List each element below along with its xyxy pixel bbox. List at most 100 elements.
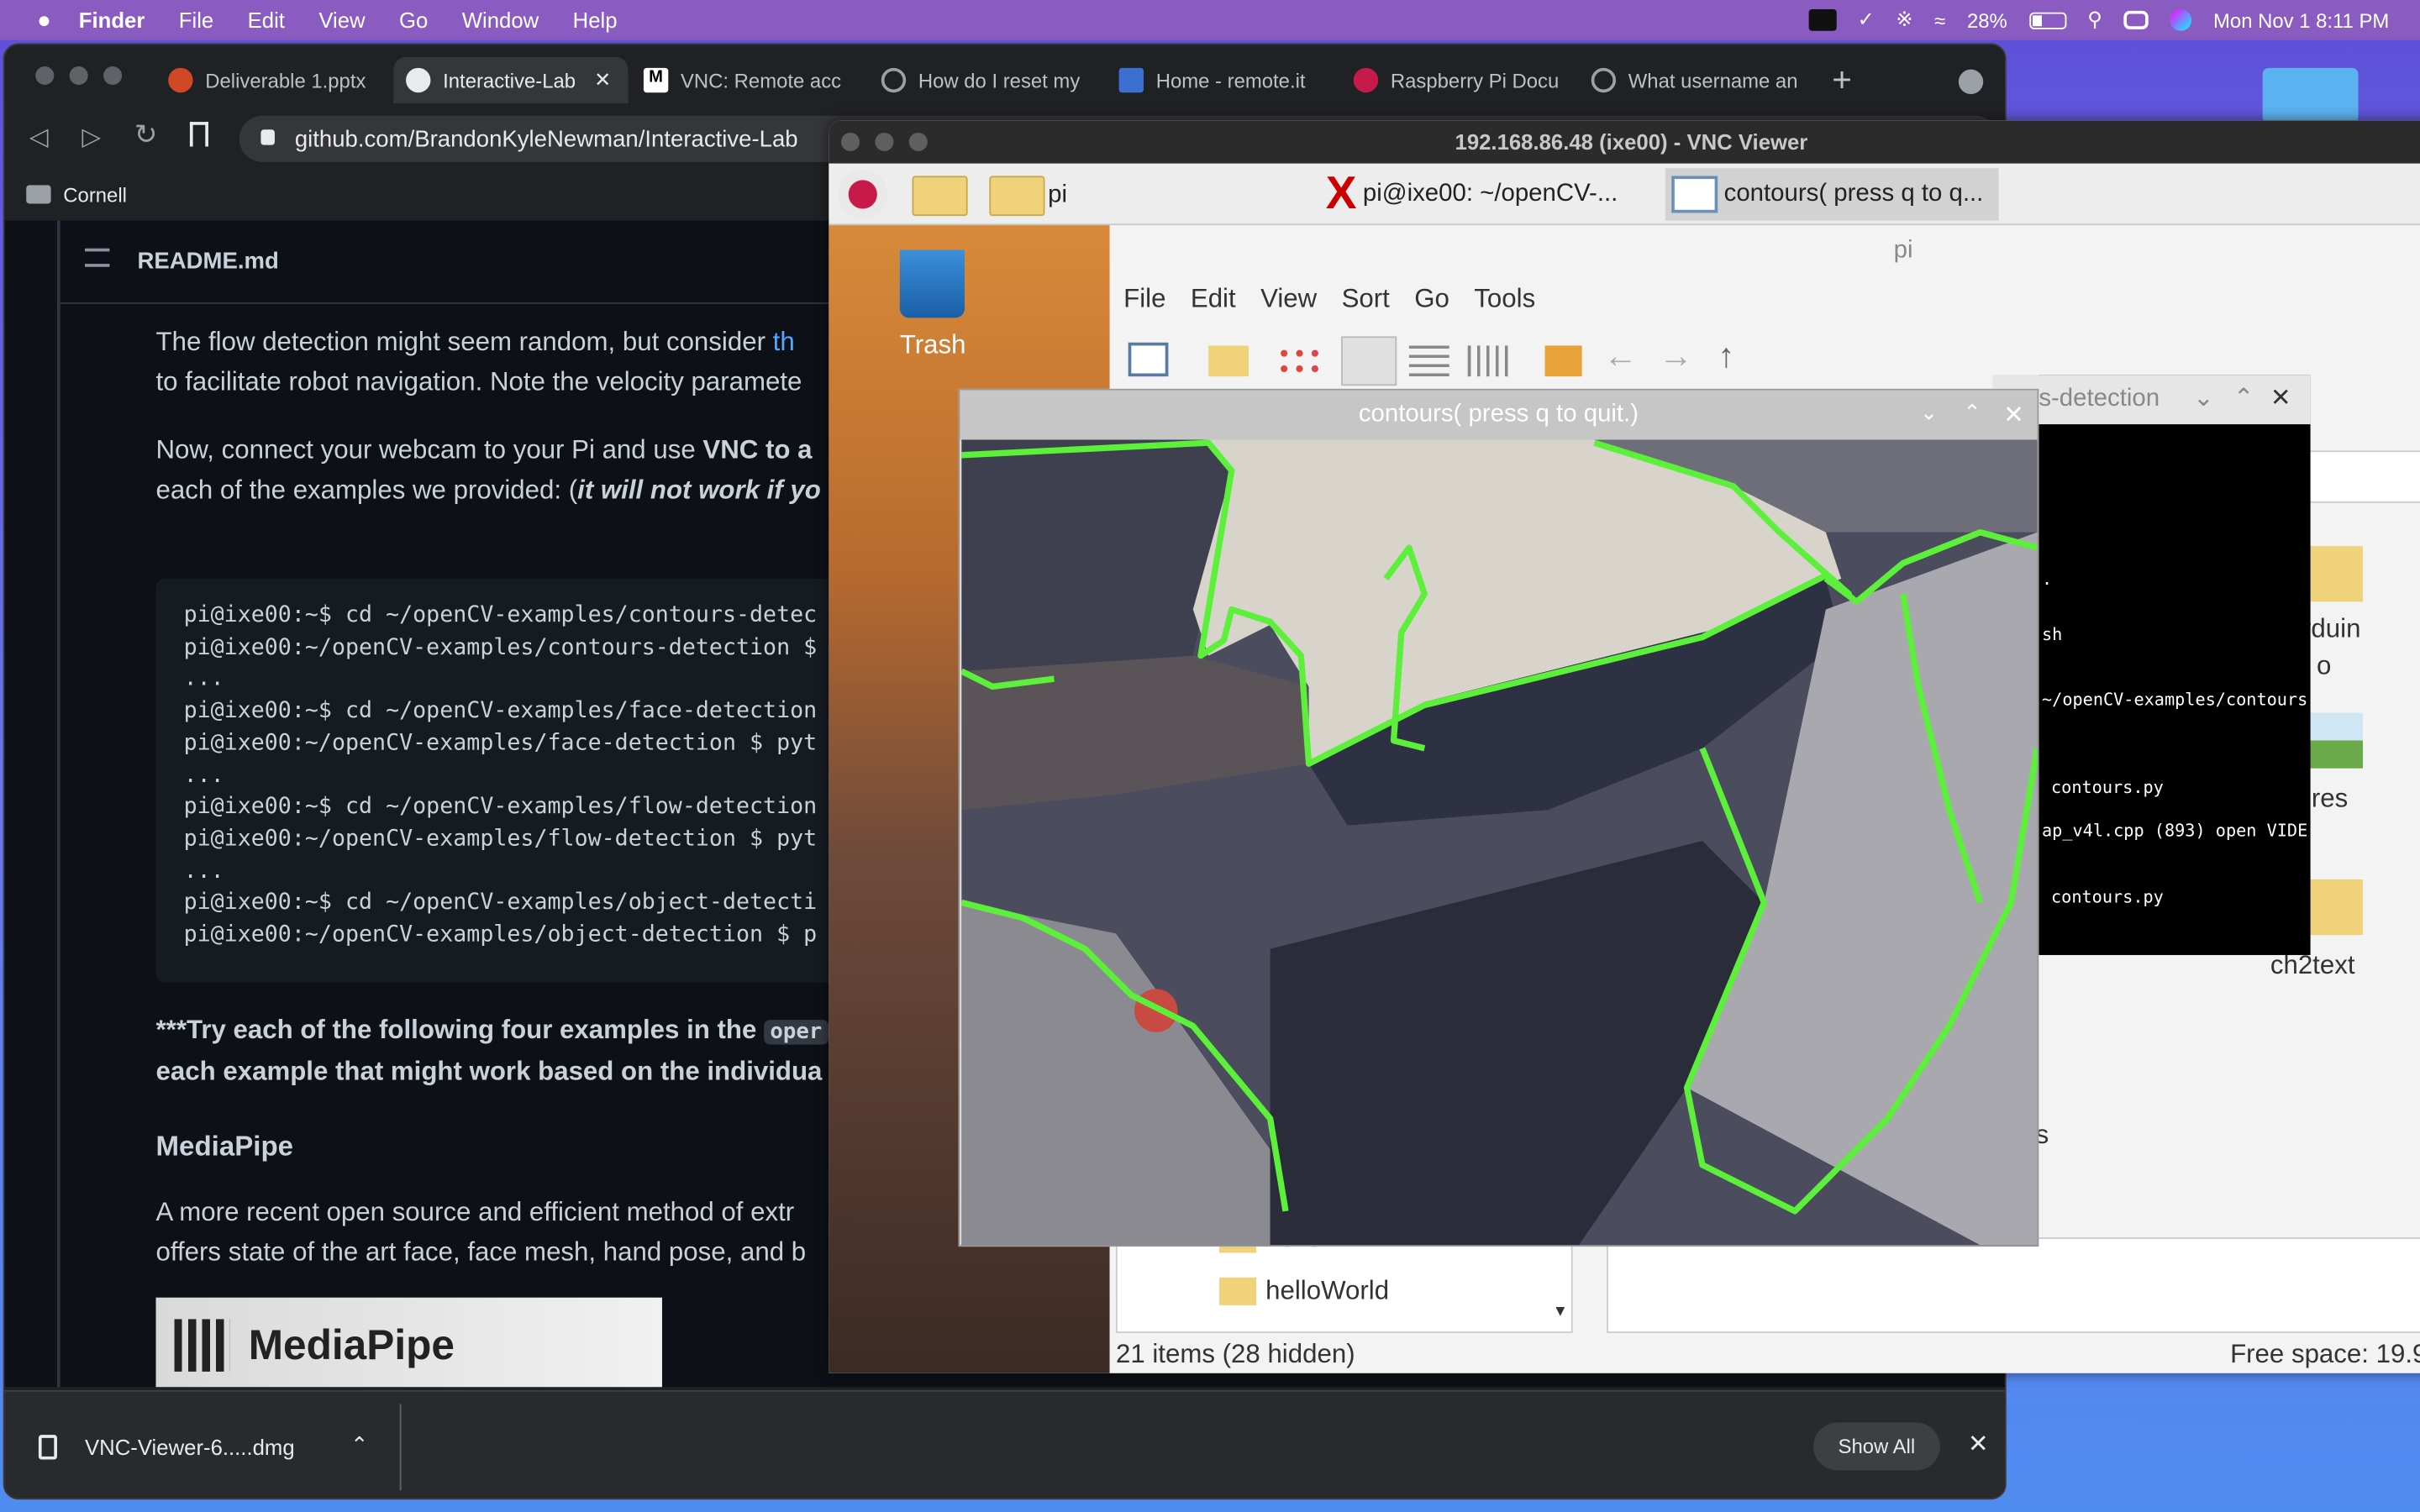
tree-label: helloWorld xyxy=(1265,1275,1390,1305)
fm-file-pane xyxy=(1607,1237,2420,1333)
chevron-up-icon[interactable]: ⌃ xyxy=(350,1431,369,1457)
para-flow-2: to facilitate robot navigation. Note the… xyxy=(155,367,802,397)
chevron-down-icon[interactable]: ⌄ xyxy=(2193,375,2214,424)
vnc-close-button[interactable] xyxy=(841,132,860,152)
fm-menubar: File Edit View Sort Go Tools xyxy=(1123,284,1535,315)
chevron-up-icon[interactable]: ⌃ xyxy=(1963,400,1981,426)
new-folder-icon[interactable] xyxy=(1208,345,1249,377)
close-download-bar-icon[interactable]: ✕ xyxy=(1968,1429,1989,1460)
compact-view-icon[interactable] xyxy=(1467,345,1508,377)
tree-item[interactable]: helloWorld xyxy=(1219,1276,1389,1307)
tab-raspberry[interactable]: Raspberry Pi Docu xyxy=(1350,57,1579,103)
desktop-folder-icon[interactable] xyxy=(2262,67,2359,123)
code-block[interactable]: pi@ixe00:~$ cd ~/openCV-examples/contour… xyxy=(155,578,866,984)
list-view-icon[interactable] xyxy=(1408,345,1449,377)
contours-title: contours( press q to quit.) xyxy=(960,390,2038,440)
minimize-window-button[interactable] xyxy=(69,66,88,86)
menu-finder[interactable]: Finder xyxy=(79,8,145,32)
menu-edit[interactable]: Edit xyxy=(248,8,285,32)
search-icon[interactable]: ⚲ xyxy=(2087,8,2102,32)
tab-vnc[interactable]: M VNC: Remote acc xyxy=(638,57,866,103)
close-tab-icon[interactable]: ✕ xyxy=(594,68,611,92)
para-try: ***Try each of the following four exampl… xyxy=(155,1015,765,1045)
tab-deliverable[interactable]: Deliverable 1.pptx xyxy=(159,57,391,103)
control-center-icon[interactable] xyxy=(2123,10,2149,29)
file-manager-icon[interactable] xyxy=(912,176,968,217)
download-bar: VNC-Viewer-6.....dmg ⌃ Show All ✕ xyxy=(4,1389,2005,1499)
forward-arrow-icon[interactable]: → xyxy=(1659,336,1692,376)
vnc-zoom-button[interactable] xyxy=(908,132,928,152)
tab-remoteit[interactable]: Home - remote.it xyxy=(1113,57,1344,103)
reload-icon[interactable]: ↻ xyxy=(134,118,158,151)
file-folder-icon[interactable] xyxy=(2307,546,2364,602)
folder-icon[interactable] xyxy=(989,176,1045,217)
menu-window[interactable]: Window xyxy=(462,8,539,32)
menu-view[interactable]: View xyxy=(318,8,365,32)
menu-file[interactable]: File xyxy=(179,8,213,32)
zoom-window-button[interactable] xyxy=(103,66,123,86)
file-folder-icon[interactable] xyxy=(2307,879,2364,936)
back-icon[interactable]: ◁ xyxy=(29,122,49,153)
wifi-icon[interactable]: ≈ xyxy=(1934,8,1945,32)
fm-menu-tools[interactable]: Tools xyxy=(1474,284,1535,315)
close-icon[interactable]: ✕ xyxy=(2003,400,2024,431)
taskbar-contours[interactable]: contours( press q to q... xyxy=(1665,168,1999,221)
icon-view-icon[interactable] xyxy=(1276,345,1320,380)
fm-menu-sort[interactable]: Sort xyxy=(1342,284,1390,315)
folder-status-icon[interactable] xyxy=(1807,9,1836,31)
tab-username[interactable]: What username an xyxy=(1585,57,1813,103)
pictures-folder-icon[interactable] xyxy=(2304,712,2364,769)
link-this[interactable]: th xyxy=(773,327,795,356)
show-all-button[interactable]: Show All xyxy=(1813,1422,1940,1471)
grid-view-icon[interactable] xyxy=(1341,336,1397,386)
new-window-icon[interactable] xyxy=(1128,342,1169,377)
term-line: . xyxy=(2042,569,2053,590)
trash-icon[interactable] xyxy=(899,249,965,318)
close-window-button[interactable] xyxy=(35,66,55,86)
vnc-minimize-button[interactable] xyxy=(875,132,894,152)
contours-image xyxy=(961,439,2038,1246)
battery-icon[interactable] xyxy=(2028,11,2066,29)
up-arrow-icon[interactable]: ↑ xyxy=(1718,336,1734,376)
code-line: pi@ixe00:~/openCV-examples/flow-detectio… xyxy=(183,827,818,852)
para-mediapipe: A more recent open source and efficient … xyxy=(155,1197,795,1227)
fm-menu-file[interactable]: File xyxy=(1123,284,1165,315)
apple-icon[interactable]: ● xyxy=(37,7,51,33)
menu-go[interactable]: Go xyxy=(399,8,428,32)
new-tab-icon[interactable]: + xyxy=(1832,60,1852,101)
fm-menu-edit[interactable]: Edit xyxy=(1191,284,1236,315)
tree-scroll-down-icon[interactable]: ▼ xyxy=(1553,1304,1568,1320)
clock: Mon Nov 1 8:11 PM xyxy=(2213,8,2390,32)
tab-reset[interactable]: How do I reset my xyxy=(875,57,1100,103)
remoteit-icon xyxy=(1118,67,1144,93)
panel-folder-label[interactable]: pi xyxy=(1048,182,1067,210)
close-icon[interactable]: ✕ xyxy=(2270,375,2291,424)
tab-label: VNC: Remote acc xyxy=(681,68,842,92)
trash-label: Trash xyxy=(899,330,966,360)
fm-menu-go[interactable]: Go xyxy=(1414,284,1449,315)
taskbar-terminal[interactable]: Xpi@ixe00: ~/openCV-... xyxy=(1326,168,1662,220)
download-file[interactable]: VNC-Viewer-6.....dmg xyxy=(85,1435,295,1459)
fm-menu-view[interactable]: View xyxy=(1260,284,1317,315)
bluetooth-icon[interactable]: ※ xyxy=(1896,8,1912,32)
bookmark-cornell[interactable]: Cornell xyxy=(63,183,127,207)
terminal-x-icon: X xyxy=(1325,168,1357,219)
chevron-down-icon[interactable]: ⌄ xyxy=(1920,400,1939,426)
menu-help[interactable]: Help xyxy=(573,8,618,32)
taskbar-label: pi@ixe00: ~/openCV-... xyxy=(1362,180,1618,207)
tab-search-icon[interactable] xyxy=(1958,69,1984,95)
para-webcam: Now, connect your webcam to your Pi and … xyxy=(155,434,703,465)
para-flow: The flow detection might seem random, bu… xyxy=(155,327,773,357)
tab-interactive-lab[interactable]: Interactive-Lab ✕ xyxy=(393,56,629,104)
home-icon[interactable] xyxy=(1544,345,1582,377)
check-status-icon[interactable]: ✓ xyxy=(1858,8,1875,32)
siri-icon[interactable] xyxy=(2170,9,2192,31)
outline-list-icon[interactable] xyxy=(85,248,110,267)
chevron-up-icon[interactable]: ⌃ xyxy=(2233,375,2254,424)
para-webcam-bold: VNC to a xyxy=(702,434,813,465)
code-line: pi@ixe00:~$ cd ~/openCV-examples/flow-de… xyxy=(183,795,818,820)
forward-icon[interactable]: ▷ xyxy=(82,122,101,153)
back-arrow-icon[interactable]: ← xyxy=(1603,336,1637,376)
raspberry-menu-icon[interactable] xyxy=(838,170,888,219)
bookmark-icon[interactable] xyxy=(189,122,208,147)
